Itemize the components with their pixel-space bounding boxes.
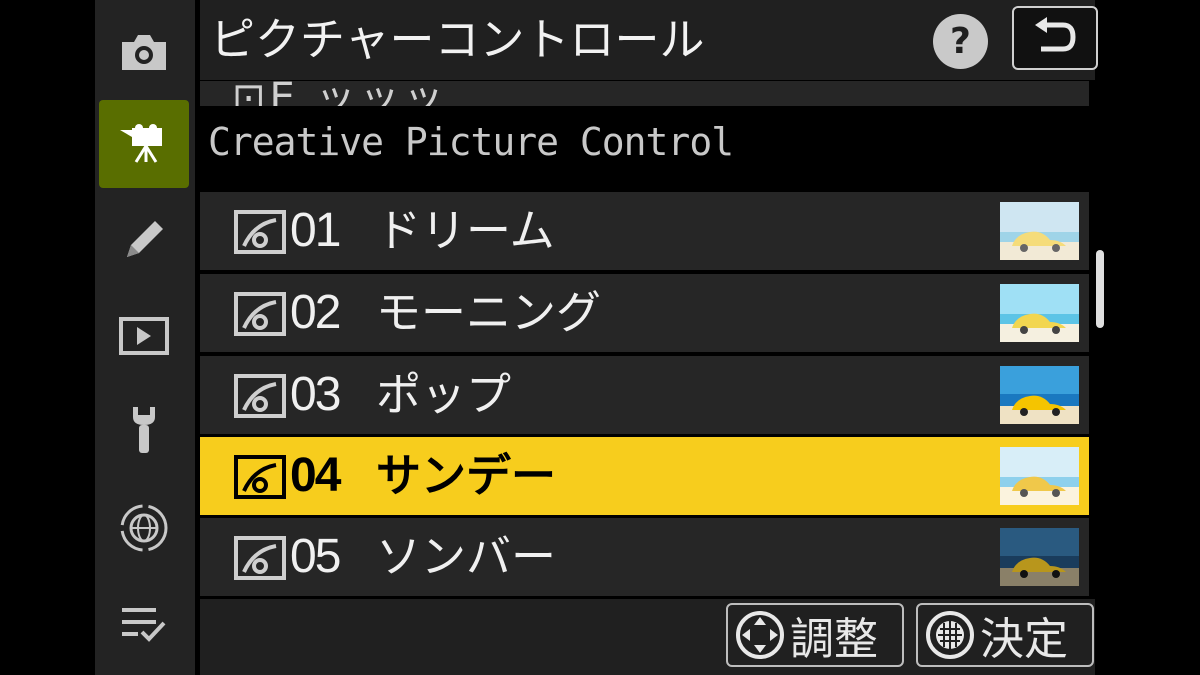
title-bar: ピクチャーコントロール ?	[200, 0, 1098, 80]
main-panel: ピクチャーコントロール ? ⊡E ッッッ Creative Picture Co…	[200, 0, 1104, 675]
wrench-icon	[133, 407, 155, 453]
my-menu-icon	[122, 608, 166, 642]
back-button[interactable]	[1012, 6, 1098, 70]
return-icon	[1035, 17, 1076, 52]
creative-picture-control-icon	[234, 455, 286, 499]
list-item-pop[interactable]: 03 ポップ	[200, 356, 1089, 434]
item-number: 04	[290, 449, 341, 502]
sidebar-item-playback[interactable]	[99, 292, 189, 380]
item-label: ソンバー	[376, 530, 557, 583]
sidebar-item-photo-shooting[interactable]	[99, 8, 189, 96]
sidebar-item-movie-shooting[interactable]	[99, 100, 189, 188]
help-button[interactable]: ?	[933, 14, 988, 69]
ok-label: 決定	[980, 614, 1068, 665]
item-label: モーニング	[376, 286, 602, 339]
ok-button[interactable]: 決定	[916, 603, 1094, 667]
preview-thumbnail	[1000, 366, 1079, 424]
list-item-somber[interactable]: 05 ソンバー	[200, 518, 1089, 596]
partial-item-text: ⊡E ッッッ	[232, 81, 448, 106]
preview-thumbnail	[1000, 284, 1079, 342]
preview-thumbnail	[1000, 202, 1079, 260]
network-icon	[120, 504, 168, 552]
camera-icon	[122, 35, 166, 70]
camera-menu-screen: ピクチャーコントロール ? ⊡E ッッッ Creative Picture Co…	[0, 0, 1200, 675]
item-label: ドリーム	[376, 204, 555, 257]
item-number: 02	[290, 286, 341, 339]
creative-picture-control-icon	[234, 210, 286, 254]
section-header: Creative Picture Control	[208, 120, 734, 164]
list-item-dream[interactable]: 01 ドリーム	[200, 192, 1089, 270]
item-number: 03	[290, 368, 341, 421]
item-label: サンデー	[376, 449, 557, 502]
sidebar-item-custom-settings[interactable]	[99, 196, 189, 284]
sidebar-item-my-menu[interactable]	[99, 580, 189, 668]
item-number: 01	[290, 204, 341, 257]
movie-camera-icon	[120, 124, 162, 163]
list-item-partial: ⊡E ッッッ	[200, 81, 1089, 106]
item-label: ポップ	[376, 368, 512, 421]
pencil-icon	[127, 221, 163, 257]
page-title: ピクチャーコントロール	[210, 13, 705, 66]
playback-icon	[119, 317, 169, 355]
creative-picture-control-icon	[234, 374, 286, 418]
list-item-morning[interactable]: 02 モーニング	[200, 274, 1089, 352]
adjust-button[interactable]: 調整	[726, 603, 904, 667]
creative-picture-control-icon	[234, 536, 286, 580]
adjust-label: 調整	[790, 614, 878, 665]
multi-selector-icon	[736, 611, 784, 659]
scrollbar[interactable]	[1096, 250, 1104, 328]
sidebar-item-network[interactable]	[99, 484, 189, 572]
item-number: 05	[290, 530, 341, 583]
menu-sidebar	[95, 0, 195, 675]
list-item-sunday[interactable]: 04 サンデー	[200, 437, 1089, 515]
footer-bar: 調整 決定	[200, 599, 1095, 675]
preview-thumbnail	[1000, 528, 1079, 586]
preview-thumbnail	[1000, 447, 1079, 505]
ok-button-icon	[926, 611, 974, 659]
sidebar-item-setup[interactable]	[99, 386, 189, 474]
creative-picture-control-icon	[234, 292, 286, 336]
